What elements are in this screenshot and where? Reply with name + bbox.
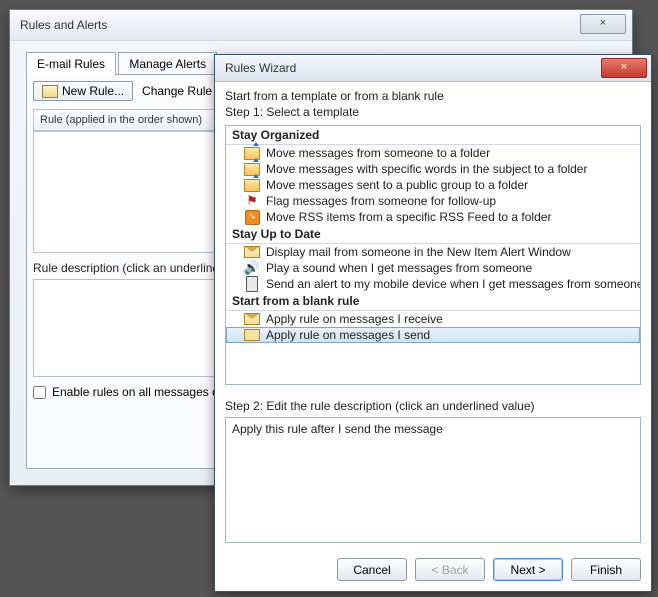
template-move-public-group[interactable]: Move messages sent to a public group to … bbox=[226, 177, 640, 193]
rules-wizard-body: Start from a template or from a blank ru… bbox=[225, 89, 641, 545]
template-play-sound[interactable]: 🔊 Play a sound when I get messages from … bbox=[226, 260, 640, 276]
rules-alerts-close-button[interactable]: × bbox=[580, 14, 626, 34]
template-label: Move messages from someone to a folder bbox=[266, 146, 490, 160]
envelope-icon bbox=[244, 245, 260, 259]
template-display-new-item-alert[interactable]: Display mail from someone in the New Ite… bbox=[226, 244, 640, 260]
rules-wizard-titlebar[interactable]: Rules Wizard × bbox=[215, 55, 651, 82]
template-label: Move messages sent to a public group to … bbox=[266, 178, 528, 192]
folder-icon bbox=[244, 178, 260, 192]
group-blank-rule-header: Start from a blank rule bbox=[226, 292, 640, 311]
template-apply-receive[interactable]: Apply rule on messages I receive bbox=[226, 311, 640, 327]
template-move-specific-words[interactable]: Move messages with specific words in the… bbox=[226, 161, 640, 177]
rules-alerts-titlebar[interactable]: Rules and Alerts × bbox=[10, 10, 632, 41]
template-label: Send an alert to my mobile device when I… bbox=[266, 277, 641, 291]
new-rule-button[interactable]: New Rule... bbox=[33, 81, 133, 101]
rules-wizard-close-button[interactable]: × bbox=[601, 58, 647, 78]
rss-icon: ∿ bbox=[244, 210, 260, 224]
next-button[interactable]: Next > bbox=[493, 558, 563, 581]
template-list[interactable]: Stay Organized Move messages from someon… bbox=[225, 125, 641, 385]
phone-icon bbox=[244, 277, 260, 291]
rules-alerts-toolbar: New Rule... Change Rule bbox=[33, 81, 228, 101]
new-rule-icon bbox=[42, 85, 58, 98]
rules-wizard-window: Rules Wizard × Start from a template or … bbox=[214, 54, 652, 592]
wizard-step2-label: Step 2: Edit the rule description (click… bbox=[225, 399, 641, 413]
cancel-button[interactable]: Cancel bbox=[337, 558, 407, 581]
change-rule-label: Change Rule bbox=[142, 84, 212, 98]
template-mobile-alert[interactable]: Send an alert to my mobile device when I… bbox=[226, 276, 640, 292]
template-label: Apply rule on messages I send bbox=[266, 328, 430, 342]
close-icon: × bbox=[621, 61, 627, 73]
template-label: Flag messages from someone for follow-up bbox=[266, 194, 496, 208]
template-move-rss[interactable]: ∿ Move RSS items from a specific RSS Fee… bbox=[226, 209, 640, 225]
wizard-button-row: Cancel < Back Next > Finish bbox=[337, 558, 641, 581]
close-icon: × bbox=[600, 17, 606, 29]
enable-rules-checkbox[interactable] bbox=[33, 386, 46, 399]
sound-icon: 🔊 bbox=[244, 261, 260, 275]
template-label: Play a sound when I get messages from so… bbox=[266, 261, 532, 275]
mail-icon bbox=[244, 328, 260, 342]
rules-list-header-label: Rule (applied in the order shown) bbox=[40, 114, 202, 126]
wizard-description-text: Apply this rule after I send the message bbox=[232, 422, 443, 436]
template-label: Apply rule on messages I receive bbox=[266, 312, 443, 326]
wizard-description-box[interactable]: Apply this rule after I send the message bbox=[225, 417, 641, 543]
wizard-intro: Start from a template or from a blank ru… bbox=[225, 89, 641, 103]
rules-alerts-tabs: E-mail Rules Manage Alerts bbox=[26, 52, 216, 76]
rules-wizard-title: Rules Wizard bbox=[225, 61, 296, 75]
tab-email-rules-label: E-mail Rules bbox=[37, 57, 105, 71]
tab-email-rules[interactable]: E-mail Rules bbox=[26, 52, 116, 76]
rule-description-label-text: Rule description (click an underline bbox=[33, 261, 219, 275]
template-label: Display mail from someone in the New Ite… bbox=[266, 245, 571, 259]
enable-rules-checkbox-row[interactable]: Enable rules on all messages dow bbox=[33, 385, 234, 399]
rules-alerts-title: Rules and Alerts bbox=[20, 18, 107, 32]
template-label: Move messages with specific words in the… bbox=[266, 162, 587, 176]
template-flag-followup[interactable]: ⚑ Flag messages from someone for follow-… bbox=[226, 193, 640, 209]
new-rule-label: New Rule... bbox=[62, 84, 124, 98]
template-label: Move RSS items from a specific RSS Feed … bbox=[266, 210, 551, 224]
group-stay-up-to-date-header: Stay Up to Date bbox=[226, 225, 640, 244]
tab-manage-alerts[interactable]: Manage Alerts bbox=[118, 52, 217, 76]
enable-rules-checkbox-label: Enable rules on all messages dow bbox=[52, 385, 234, 399]
back-button: < Back bbox=[415, 558, 485, 581]
envelope-icon bbox=[244, 312, 260, 326]
rule-description-label: Rule description (click an underline bbox=[33, 261, 219, 275]
finish-button[interactable]: Finish bbox=[571, 558, 641, 581]
flag-icon: ⚑ bbox=[244, 194, 260, 208]
template-move-from-someone[interactable]: Move messages from someone to a folder bbox=[226, 145, 640, 161]
group-stay-organized-header: Stay Organized bbox=[226, 126, 640, 145]
wizard-step1-label: Step 1: Select a template bbox=[225, 105, 641, 119]
tab-manage-alerts-label: Manage Alerts bbox=[129, 57, 206, 71]
template-apply-send[interactable]: Apply rule on messages I send bbox=[226, 327, 640, 343]
